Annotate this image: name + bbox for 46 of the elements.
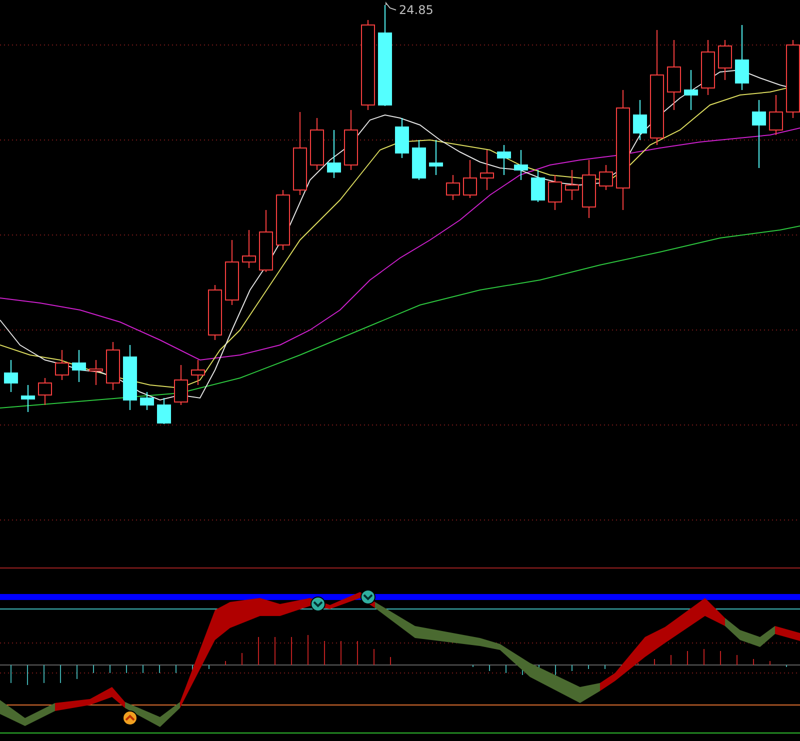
- candlestick: [72, 350, 86, 382]
- candlestick: [480, 150, 494, 190]
- candlestick: [701, 40, 715, 96]
- candlestick: [633, 100, 647, 140]
- leader-line: [386, 2, 396, 10]
- candlestick: [429, 140, 443, 176]
- candlestick: [225, 240, 239, 306]
- candlestick: [157, 398, 171, 424]
- candlestick: [276, 190, 290, 250]
- candlestick: [174, 364, 188, 406]
- candlestick: [735, 24, 749, 90]
- candlestick: [582, 160, 596, 218]
- candlestick: [89, 360, 103, 386]
- candlestick: [140, 392, 154, 410]
- candlestick: [531, 170, 545, 202]
- up-chevron-icon: [122, 710, 138, 726]
- candlestick: [548, 174, 562, 210]
- down-chevron-icon: [360, 590, 376, 604]
- candlestick: [463, 160, 477, 198]
- candlestick: [684, 70, 698, 110]
- candlestick: [191, 360, 205, 386]
- candlestick: [208, 284, 222, 340]
- candlestick: [310, 118, 324, 170]
- candlestick: [752, 100, 766, 168]
- candlestick: [21, 384, 35, 412]
- candlestick: [667, 40, 681, 110]
- candlestick: [718, 40, 732, 80]
- candlestick: [446, 174, 460, 200]
- candlestick: [514, 150, 528, 180]
- candlestick: [344, 110, 358, 170]
- candlestick: [123, 344, 137, 410]
- candlestick: [327, 130, 341, 178]
- candlestick: [395, 118, 409, 158]
- candlestick: [412, 140, 426, 180]
- high-price-label: 24.85: [399, 3, 434, 17]
- candlestick: [106, 342, 120, 390]
- candlestick: [38, 378, 52, 406]
- candlestick: [259, 210, 273, 272]
- down-chevron-icon: [310, 596, 326, 612]
- candlestick: [55, 350, 69, 380]
- candlestick: [565, 170, 579, 200]
- candlestick: [497, 144, 511, 176]
- candlestick: [4, 360, 18, 392]
- candlestick: [769, 94, 783, 136]
- candlestick: [599, 164, 613, 190]
- candlestick: [242, 230, 256, 268]
